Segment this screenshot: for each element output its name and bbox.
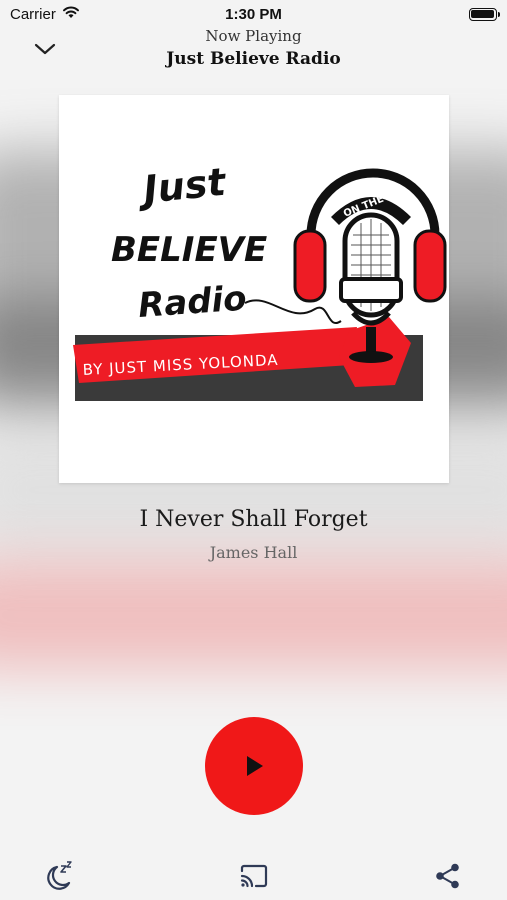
battery-icon (468, 7, 500, 21)
status-time: 1:30 PM (225, 5, 282, 23)
share-button[interactable] (431, 860, 465, 892)
station-name: Just Believe Radio (166, 49, 341, 69)
track-artist: James Hall (209, 543, 298, 562)
sleep-timer-button[interactable] (42, 860, 76, 892)
carrier-label: Carrier (10, 5, 56, 23)
backdrop-band (0, 560, 507, 670)
play-icon (247, 756, 263, 776)
now-playing-header: Now Playing Just Believe Radio (0, 26, 507, 76)
mic-cable (244, 299, 342, 325)
cast-button[interactable] (237, 860, 271, 892)
logo-believe: BELIEVE (111, 230, 267, 270)
share-icon (436, 863, 459, 889)
play-button[interactable] (205, 717, 303, 815)
logo-radio: Radio (137, 279, 248, 326)
sleep-timer-icon (47, 861, 72, 890)
status-bar: Carrier 1:30 PM (0, 0, 507, 28)
cast-icon (240, 864, 268, 888)
station-artwork: BY JUST MISS YOLONDA Just BELIEVE Radio (59, 95, 449, 483)
track-title: I Never Shall Forget (139, 507, 368, 532)
bottom-toolbar (0, 850, 507, 900)
logo-just: Just (134, 159, 229, 212)
wifi-icon (62, 5, 80, 23)
now-playing-label: Now Playing (205, 27, 302, 45)
